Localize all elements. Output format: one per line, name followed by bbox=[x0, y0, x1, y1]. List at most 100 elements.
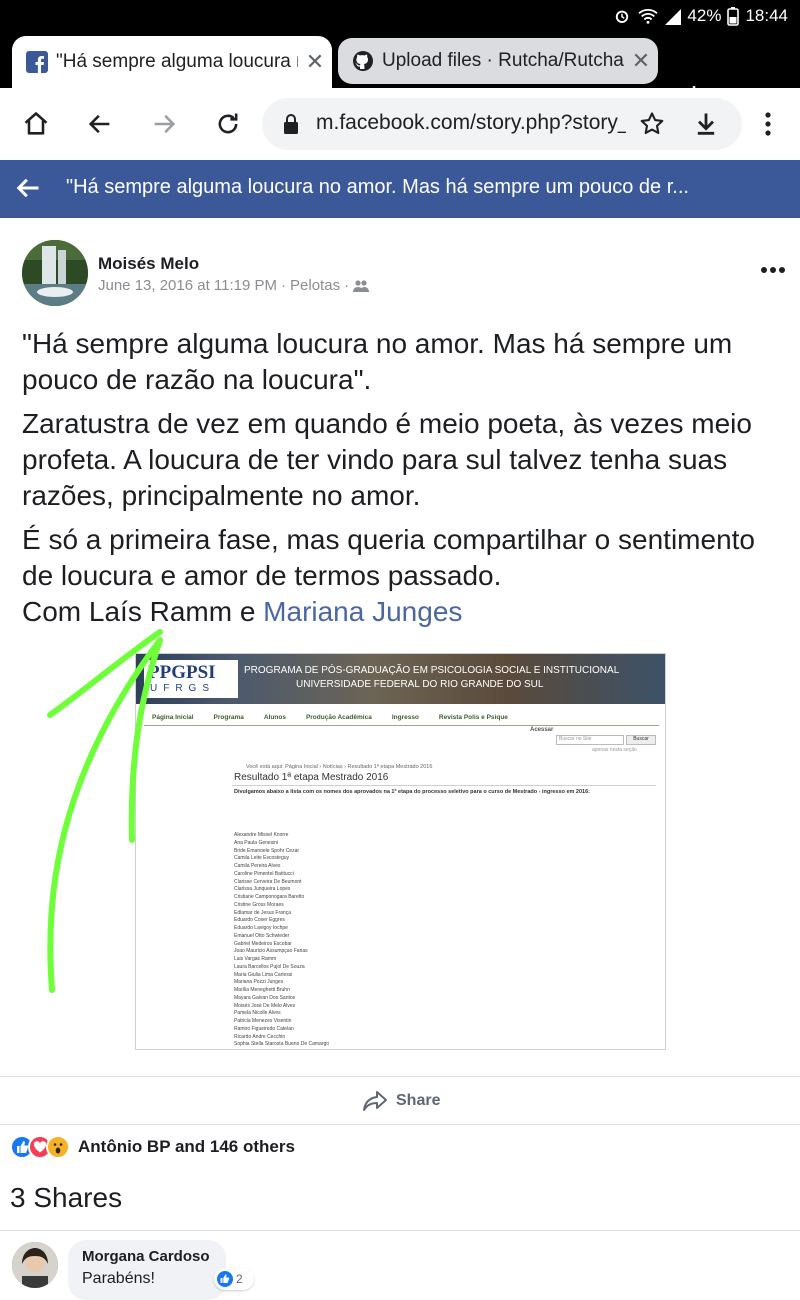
arrow-right-icon bbox=[154, 114, 176, 134]
share-button[interactable]: Share bbox=[362, 1089, 440, 1113]
site-nav: Página Inicial Programa Alunos Produção … bbox=[152, 714, 652, 721]
approved-name: Clarissa Junqueira Lopes bbox=[234, 886, 291, 893]
divider bbox=[0, 1230, 800, 1231]
fb-header: "Há sempre alguma loucura no amor. Mas h… bbox=[0, 160, 800, 218]
post-actions: Share bbox=[0, 1076, 800, 1124]
more-vertical-icon bbox=[765, 112, 771, 136]
approved-name: Emanuel Otto Schwieder bbox=[234, 932, 290, 939]
close-tab-icon[interactable]: ✕ bbox=[624, 48, 658, 74]
battery-icon bbox=[727, 7, 740, 26]
back-button[interactable] bbox=[80, 104, 120, 144]
nav-divider bbox=[144, 725, 659, 726]
star-icon[interactable] bbox=[638, 110, 666, 138]
more-options-icon[interactable] bbox=[758, 260, 788, 280]
tab-title: "Há sempre alguma loucura no amor bbox=[56, 51, 298, 72]
approved-name: Mariana Pozzi Junges bbox=[234, 979, 284, 986]
approved-name: Mayara Galvan Dos Santos bbox=[234, 994, 296, 1001]
tab-strip: "Há sempre alguma loucura no amor ✕ Uplo… bbox=[0, 34, 800, 112]
arrow-left-icon bbox=[88, 114, 110, 134]
url-text: m.facebook.com/story.php?story_fbid bbox=[316, 111, 626, 134]
approved-name: Edlamar de Jesus França bbox=[234, 909, 291, 916]
waterfall-photo bbox=[22, 240, 88, 306]
approved-name: Eduardo Lavigoy Iochpe bbox=[234, 925, 288, 931]
nav-item: Produção Acadêmica bbox=[305, 714, 372, 721]
approved-name: Caroline Pimentel Batitucci bbox=[234, 870, 294, 877]
download-icon[interactable] bbox=[692, 110, 720, 138]
result-intro: Divulgamos abaixo a lista com os nomes d… bbox=[234, 789, 590, 795]
nav-item: Revista Polis e Psique bbox=[438, 714, 508, 721]
approved-name: Cristiane Camponogara Baretto bbox=[234, 894, 305, 900]
post-date[interactable]: June 13, 2016 at 11:19 PM bbox=[98, 277, 277, 294]
alarm-icon bbox=[616, 10, 629, 23]
share-label: Share bbox=[396, 1092, 441, 1109]
post-text: "Há sempre alguma loucura no amor. Mas h… bbox=[22, 326, 782, 638]
tab-title: Upload files · Rutcha/Rutcha bbox=[382, 50, 624, 71]
reactions-summary[interactable]: Antônio BP and 146 others bbox=[10, 1134, 295, 1160]
like-icon bbox=[217, 1271, 233, 1287]
comment-author[interactable]: Morgana Cardoso bbox=[82, 1248, 210, 1265]
address-bar[interactable]: m.facebook.com/story.php?story_fbid bbox=[262, 98, 742, 150]
hand-drawn-arrow bbox=[47, 629, 163, 993]
tab-facebook[interactable]: "Há sempre alguma loucura no amor ✕ bbox=[12, 36, 332, 88]
approved-name: Clarisse Cerveira De Beumont bbox=[234, 878, 302, 885]
approved-names-list: Alexandre Missel Knorre Ana Paula Genesin… bbox=[234, 832, 534, 1049]
wifi-icon bbox=[638, 9, 659, 24]
wow-icon bbox=[46, 1135, 70, 1159]
author-avatar[interactable] bbox=[22, 240, 88, 306]
divider bbox=[0, 1124, 800, 1125]
fb-header-title: "Há sempre alguma loucura no amor. Mas h… bbox=[66, 176, 689, 198]
friends-audience-icon bbox=[353, 279, 370, 292]
commenter-photo bbox=[12, 1242, 58, 1288]
post-paragraph: Zaratustra de vez em quando é meio poeta… bbox=[22, 408, 752, 511]
close-tab-icon[interactable]: ✕ bbox=[298, 49, 332, 75]
approved-name: Camila Leite Escosteguy bbox=[234, 855, 290, 862]
approved-name: Alexandre Missel Knorre bbox=[234, 832, 289, 838]
approved-name: Pamela Nicolle Alves bbox=[234, 1010, 281, 1017]
search-option: apenas nesta seção bbox=[592, 747, 637, 753]
clock: 18:44 bbox=[745, 6, 788, 25]
approved-name: Joao Mauricio Assumpçao Farias bbox=[234, 948, 308, 955]
post-location[interactable]: Pelotas bbox=[290, 277, 340, 294]
comment-text: Parabéns! bbox=[82, 1270, 155, 1287]
status-bar: 42% 18:44 bbox=[0, 0, 800, 34]
approved-name: Camila Pereira Alves bbox=[234, 863, 281, 869]
site-search-button: Buscar bbox=[626, 735, 656, 745]
forward-button[interactable] bbox=[144, 104, 184, 144]
comment-reaction-count[interactable]: 2 bbox=[214, 1268, 254, 1290]
approved-name: Maria Giulia Lima Carlessi bbox=[234, 971, 293, 978]
approved-name: Lais Vargas Ramm bbox=[234, 956, 277, 962]
nav-item: Ingresso bbox=[391, 714, 419, 721]
menu-button[interactable] bbox=[748, 104, 788, 144]
lock-icon bbox=[284, 114, 298, 134]
reload-button[interactable] bbox=[208, 104, 248, 144]
approved-name: Moisés José De Melo Alves bbox=[234, 1002, 296, 1009]
shares-count[interactable]: 3 Shares bbox=[10, 1182, 122, 1214]
tab-github[interactable]: Upload files · Rutcha/Rutcha ✕ bbox=[338, 38, 658, 84]
comment-likes: 2 bbox=[236, 1272, 243, 1286]
approved-name: Cristine Gross Moraes bbox=[234, 901, 284, 908]
result-heading: Resultado 1ª etapa Mestrado 2016 bbox=[234, 772, 389, 783]
author-name[interactable]: Moisés Melo bbox=[98, 254, 199, 274]
post-meta: June 13, 2016 at 11:19 PM · Pelotas · bbox=[98, 277, 370, 294]
facebook-icon bbox=[26, 51, 48, 73]
meta-separator: · bbox=[281, 277, 287, 294]
approved-name: Bride Emanoele Spohr Cezar bbox=[234, 847, 300, 854]
battery-percent: 42% bbox=[687, 6, 722, 25]
tagged-person-link[interactable]: Mariana Junges bbox=[263, 596, 462, 627]
post-paragraph-text: É só a primeira fase, mas queria compart… bbox=[22, 524, 755, 591]
approved-name: Laura Barcellos Pujol De Souza bbox=[234, 963, 305, 970]
github-icon bbox=[353, 51, 373, 71]
approved-name: Ana Paula Genesini bbox=[234, 839, 279, 846]
banner-subtitle: UNIVERSIDADE FEDERAL DO RIO GRANDE DO SU… bbox=[296, 679, 544, 690]
site-search-field: Buscar no Site bbox=[556, 735, 624, 745]
banner-title: PROGRAMA DE PÓS-GRADUAÇÃO EM PSICOLOGIA … bbox=[244, 665, 620, 676]
back-arrow-icon[interactable] bbox=[14, 174, 42, 202]
share-icon bbox=[363, 1091, 387, 1111]
breadcrumb: Você está aqui: Página Inicial › Notícia… bbox=[246, 764, 433, 770]
home-button[interactable] bbox=[16, 104, 56, 144]
browser-toolbar: m.facebook.com/story.php?story_fbid bbox=[0, 88, 800, 160]
approved-name: Sophia Stella Starosta Bueno De Camargo bbox=[234, 1041, 330, 1048]
approved-name: Ramiro Figueiredo Catelan bbox=[234, 1025, 294, 1032]
commenter-avatar[interactable] bbox=[12, 1242, 58, 1288]
reactions-text: Antônio BP and 146 others bbox=[78, 1137, 295, 1156]
